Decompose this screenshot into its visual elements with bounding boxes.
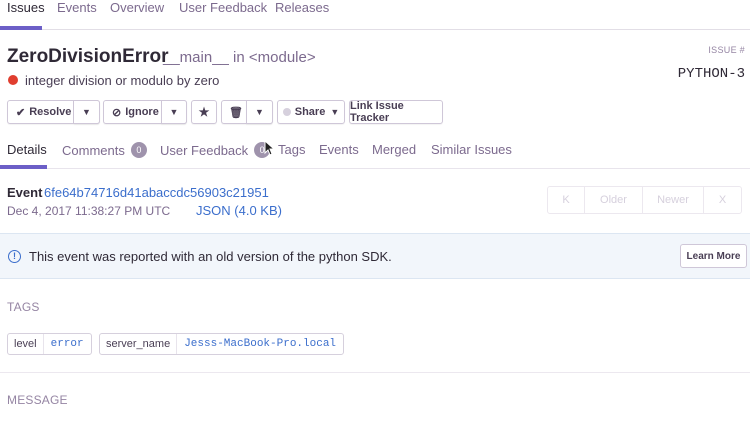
tab-similar-issues[interactable]: Similar Issues bbox=[431, 142, 512, 157]
tag-key: level bbox=[14, 338, 37, 350]
tab-user-feedback[interactable]: User Feedback 0 bbox=[160, 142, 271, 158]
event-date: Dec 4, 2017 11:38:27 PM UTC bbox=[7, 204, 171, 218]
nav-issues[interactable]: Issues bbox=[7, 0, 45, 15]
tab-tags[interactable]: Tags bbox=[278, 142, 305, 157]
chevron-down-icon: ▼ bbox=[82, 107, 91, 117]
ignore-label: Ignore bbox=[125, 106, 159, 118]
resolve-label: Resolve bbox=[29, 106, 72, 118]
chevron-down-icon: ▼ bbox=[255, 107, 264, 117]
tab-tags-label: Tags bbox=[278, 142, 306, 157]
share-status-icon bbox=[282, 108, 291, 116]
tab-comments[interactable]: Comments 0 bbox=[62, 142, 147, 158]
info-icon: ! bbox=[8, 250, 21, 263]
tab-comments-label: Comments bbox=[62, 142, 125, 158]
tab-user-feedback-label: User Feedback bbox=[160, 142, 249, 158]
older-event-button[interactable]: Older bbox=[585, 187, 643, 213]
tab-events[interactable]: Events bbox=[319, 142, 359, 157]
error-level-indicator bbox=[8, 75, 18, 85]
tag-key: server_name bbox=[106, 338, 171, 350]
tab-details[interactable]: Details bbox=[7, 142, 47, 157]
tab-similar-issues-label: Similar Issues bbox=[431, 142, 512, 157]
newer-event-button[interactable]: Newer bbox=[643, 187, 704, 213]
tab-active-indicator bbox=[0, 165, 47, 169]
alert-text: This event was reported with an old vers… bbox=[29, 249, 392, 264]
star-icon: ★ bbox=[198, 105, 210, 119]
checkmark-icon: ✔ bbox=[16, 106, 26, 119]
nav-user-feedback[interactable]: User Feedback bbox=[179, 0, 267, 15]
sdk-version-alert: ! This event was reported with an old ve… bbox=[0, 233, 750, 279]
event-json-link[interactable]: JSON (4.0 KB) bbox=[196, 203, 282, 218]
tab-merged[interactable]: Merged bbox=[372, 142, 416, 157]
tab-events-label: Events bbox=[319, 142, 359, 157]
chevron-down-icon: ▼ bbox=[169, 107, 179, 117]
issue-number-label: ISSUE # bbox=[708, 45, 745, 55]
oldest-event-button[interactable]: K bbox=[548, 187, 585, 213]
bookmark-button[interactable]: ★ bbox=[191, 100, 217, 124]
nav-events[interactable]: Events bbox=[57, 0, 97, 15]
issue-message: integer division or modulo by zero bbox=[25, 73, 220, 88]
nav-overview[interactable]: Overview bbox=[110, 0, 164, 15]
top-nav: Issues Events Overview User Feedback Rel… bbox=[0, 0, 750, 30]
link-issue-tracker-label: Link Issue Tracker bbox=[350, 100, 404, 124]
tag-value[interactable]: error bbox=[42, 334, 91, 354]
link-issue-tracker-button[interactable]: Link Issue Tracker bbox=[349, 100, 443, 124]
issue-culprit: __main__ in <module> bbox=[163, 49, 316, 66]
share-label: Share bbox=[294, 106, 326, 118]
tag-value[interactable]: Jesss-MacBook-Pro.local bbox=[176, 334, 343, 354]
issue-tabs: Details Comments 0 User Feedback 0 Tags … bbox=[0, 136, 750, 169]
share-button[interactable]: Share ▼ bbox=[277, 100, 345, 124]
resolve-dropdown[interactable]: ▼ bbox=[74, 100, 100, 124]
chevron-down-icon: ▼ bbox=[330, 107, 340, 117]
event-label: Event bbox=[7, 185, 43, 200]
event-pager: K Older Newer X bbox=[547, 186, 742, 214]
nav-active-indicator bbox=[0, 26, 42, 30]
mouse-cursor-icon bbox=[264, 140, 274, 156]
learn-more-button[interactable]: Learn More bbox=[680, 244, 747, 268]
tag-level[interactable]: level error bbox=[7, 333, 92, 355]
nav-releases[interactable]: Releases bbox=[275, 0, 329, 15]
message-section-title: MESSAGE bbox=[7, 393, 68, 407]
section-divider bbox=[0, 372, 750, 373]
tags-section-title: TAGS bbox=[7, 300, 40, 314]
newest-event-button[interactable]: X bbox=[704, 187, 741, 213]
comments-count-badge: 0 bbox=[130, 142, 147, 158]
event-id-link[interactable]: 6fe64b74716d41abaccdc56903c21951 bbox=[44, 185, 269, 200]
ignore-dropdown[interactable]: ▼ bbox=[161, 100, 187, 124]
trash-icon: 🗑 bbox=[229, 106, 243, 119]
tab-merged-label: Merged bbox=[372, 142, 417, 157]
ignore-icon: ⊘ bbox=[112, 106, 122, 119]
delete-dropdown[interactable]: ▼ bbox=[246, 100, 273, 124]
issue-short-id: PYTHON-3 bbox=[677, 66, 745, 82]
tab-details-label: Details bbox=[7, 142, 47, 157]
tag-server-name[interactable]: server_name Jesss-MacBook-Pro.local bbox=[99, 333, 345, 355]
issue-title: ZeroDivisionError bbox=[7, 46, 169, 67]
